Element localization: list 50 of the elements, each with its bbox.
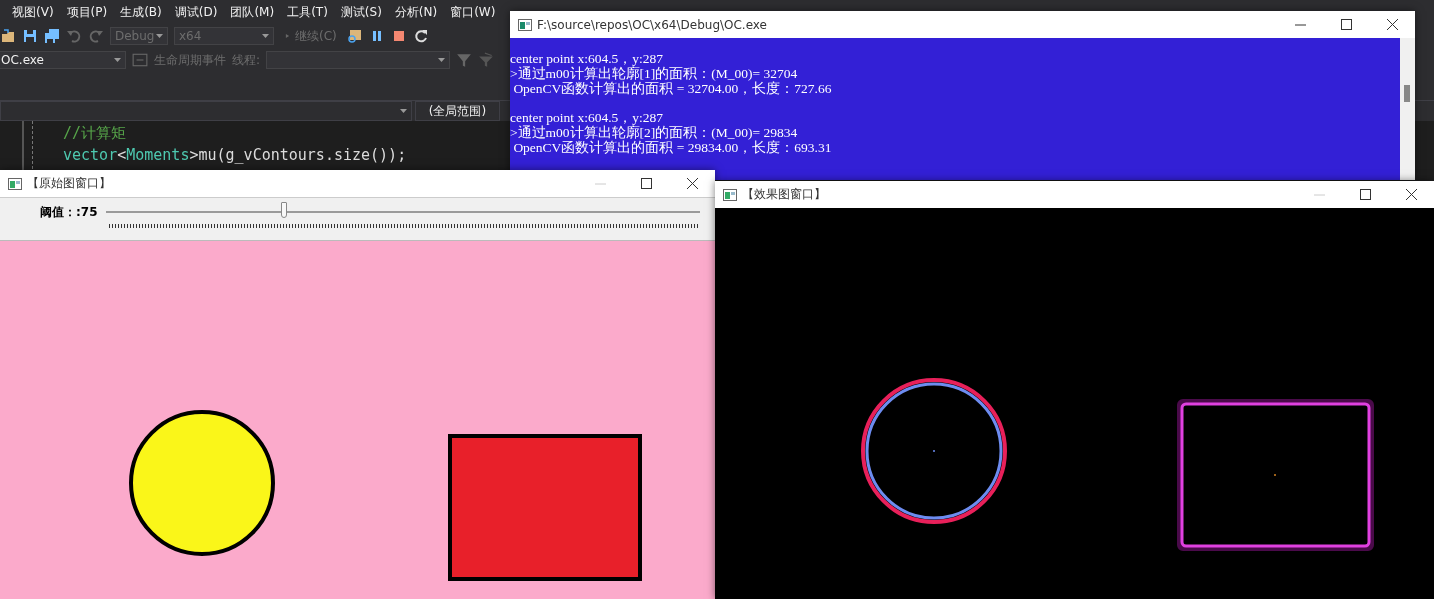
undo-icon[interactable] [66,28,82,44]
scroll-thumb[interactable] [1404,85,1410,102]
caret-icon [156,34,163,38]
scrollbar[interactable] [1400,38,1415,180]
trackbar-label: 阈值：:75 [40,204,99,221]
code-line: //计算矩 [63,123,128,144]
app-icon [518,18,532,31]
scope-dropdown[interactable]: (全局范围) [415,101,500,121]
console-line: center point x:604.5，y:287 [510,111,665,126]
menu-item[interactable]: 分析(N) [394,4,438,24]
window-title: 【原始图窗口】 [27,175,112,192]
app-icon [8,177,22,190]
thread-label: 线程: [232,51,261,69]
caret-icon [262,34,269,38]
process-dropdown[interactable]: OC.exe [0,51,126,69]
window-title: F:\source\repos\OC\x64\Debug\OC.exe [537,17,768,32]
console-line: >通过m00计算出轮廓[1]的面积：(M_00)= 32704 [510,66,799,81]
close-icon [686,178,698,189]
find-icon[interactable] [346,28,363,44]
open-folder-icon[interactable] [0,28,16,44]
menu-item[interactable]: 测试(S) [340,4,382,24]
console-line: center point x:604.5，y:287 [510,52,665,66]
filter-icon[interactable] [456,52,473,68]
console-line: OpenCV函数计算出的面积 = 29834.00，长度：693.31 [512,140,833,156]
maximize-icon [1340,19,1352,30]
caret-icon [400,109,407,113]
slider-thumb[interactable] [281,202,288,218]
filter-icon[interactable] [478,52,495,68]
menu-item[interactable]: 调试(D) [174,4,218,24]
caret-icon [114,58,121,62]
menu-item[interactable]: 工具(T) [287,4,328,24]
caret-icon [438,58,446,62]
console-line: OpenCV函数计算出的面积 = 32704.00，长度：727.66 [512,81,833,97]
menu-item[interactable]: 窗口(W) [450,4,496,24]
app-icon [723,188,737,201]
close-icon [1405,189,1417,200]
restart-icon[interactable] [412,28,429,44]
menu-item[interactable]: 视图(V) [12,4,54,24]
menu-item[interactable]: 团队(M) [230,4,275,24]
event-icon [132,52,148,68]
menu-item[interactable]: 项目(P) [66,4,108,24]
window-title: 【效果图窗口】 [742,186,827,203]
code-line: vector<Moments>mu(g_vContours.size()); [63,145,407,166]
maximize-icon [640,178,652,189]
close-icon [1386,19,1398,30]
redo-icon[interactable] [88,28,104,44]
maximize-icon [1359,189,1371,200]
console-line: >通过m00计算出轮廓[2]的面积：(M_00)= 29834 [510,126,799,140]
save-all-icon[interactable] [44,28,60,44]
menu-item[interactable]: 生成(B) [120,4,162,24]
